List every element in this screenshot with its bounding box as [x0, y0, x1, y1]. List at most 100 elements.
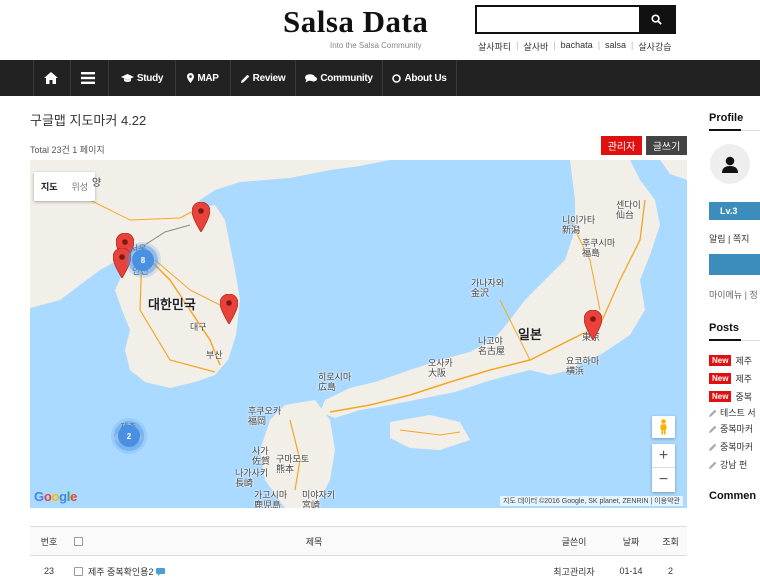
- map-label-niigata: 니이가타 新潟: [562, 215, 596, 235]
- map-label-kagoshima: 가고시마 鹿児島: [254, 490, 288, 508]
- profile-title: Profile: [709, 112, 744, 124]
- row-date: 01-14: [619, 566, 643, 576]
- header-author: 글쓴이: [561, 536, 587, 547]
- search-input[interactable]: [479, 9, 639, 30]
- row-title[interactable]: 제주 중복확인용2: [88, 565, 540, 578]
- row-title-text[interactable]: 제주 중복확인용2: [88, 567, 153, 577]
- map-type-map-button[interactable]: 지도: [34, 180, 65, 193]
- sidebar-post-title[interactable]: 제주: [735, 354, 752, 367]
- home-icon: [43, 72, 58, 84]
- header-views: 조회: [662, 536, 679, 547]
- sidebar-post[interactable]: New 중복: [709, 390, 752, 403]
- pencil-icon: [709, 461, 717, 469]
- quick-link[interactable]: 살사바: [518, 40, 553, 53]
- main-nav: Study MAP Review Community About Us: [0, 60, 760, 96]
- new-badge: New: [709, 373, 732, 384]
- map-label-korea: 대한민국: [148, 297, 196, 312]
- pegman-icon: [660, 419, 667, 435]
- pencil-icon: [709, 443, 717, 451]
- map-label-hiroshima: 히로시마 広島: [318, 372, 352, 392]
- map-marker[interactable]: [220, 294, 238, 324]
- map-label-nagasaki: 나가사키 長崎: [235, 468, 269, 488]
- site-header: Salsa Data Into the Salsa Community 살사파티…: [0, 0, 760, 60]
- map-marker[interactable]: [113, 248, 131, 278]
- google-logo: Google: [34, 489, 78, 504]
- header-date: 날짜: [622, 536, 640, 547]
- site-logo[interactable]: Salsa Data: [283, 4, 428, 40]
- quick-link[interactable]: 살사강습: [633, 40, 676, 53]
- nav-home[interactable]: [33, 60, 71, 96]
- table-header: 번호 제목 글쓴이 날짜 조회: [30, 526, 687, 556]
- nav-community[interactable]: Community: [296, 60, 383, 96]
- profile-action-button[interactable]: [709, 254, 760, 275]
- search-button[interactable]: [639, 7, 674, 32]
- comments-icon: [305, 73, 318, 82]
- select-all-checkbox[interactable]: [68, 536, 88, 546]
- new-badge: New: [709, 391, 732, 402]
- nav-study[interactable]: Study: [109, 60, 176, 96]
- nav-community-label: Community: [320, 72, 373, 84]
- sidebar-post[interactable]: New 제주: [709, 354, 752, 367]
- map-label-miyazaki: 미야자키 宮崎: [302, 490, 336, 508]
- comment-icon: [156, 568, 166, 577]
- map-marker[interactable]: [584, 310, 602, 340]
- map-label-saga: 사가 佐賀: [252, 446, 271, 466]
- sidebar-post[interactable]: New 제주: [709, 372, 752, 385]
- map-label-osaka: 오사카 大阪: [428, 358, 453, 378]
- sidebar-post[interactable]: 중복마커: [709, 422, 753, 435]
- sidebar-post[interactable]: 테스트 서: [709, 406, 756, 419]
- nav-about[interactable]: About Us: [383, 60, 457, 96]
- menu-icon: [81, 72, 95, 84]
- nav-menu[interactable]: [71, 60, 109, 96]
- marker-cluster[interactable]: 8: [132, 249, 154, 271]
- pencil-icon: [240, 74, 249, 83]
- quick-link[interactable]: bachata: [556, 40, 598, 53]
- google-map[interactable]: 지도 위성 양 대한민국 일본 대구 부산 서울 인천 제주 니이가타 新潟 센…: [30, 160, 687, 508]
- map-label-japan: 일본: [518, 327, 542, 342]
- nav-review[interactable]: Review: [231, 60, 296, 96]
- row-author[interactable]: 최고관리자: [540, 565, 608, 578]
- zoom-out-button[interactable]: −: [652, 468, 675, 492]
- map-label-daegu: 대구: [190, 322, 207, 332]
- quick-link[interactable]: 살사파티: [478, 40, 516, 53]
- nav-review-label: Review: [252, 72, 286, 84]
- sidebar-post-title[interactable]: 제주: [735, 372, 752, 385]
- zoom-in-button[interactable]: +: [652, 444, 675, 468]
- graduation-cap-icon: [120, 73, 134, 82]
- street-view-pegman[interactable]: [652, 416, 675, 438]
- posts-title: Posts: [709, 322, 739, 334]
- zoom-control: + −: [652, 444, 675, 492]
- search-box: [475, 5, 676, 34]
- admin-button[interactable]: 관리자: [601, 136, 642, 155]
- header-title: 제목: [305, 536, 323, 547]
- sidebar-post[interactable]: 중복마커: [709, 440, 753, 453]
- nav-map-label: MAP: [197, 72, 219, 84]
- pencil-icon: [709, 409, 717, 417]
- map-type-satellite-button[interactable]: 위성: [65, 180, 96, 193]
- sidebar-post-title[interactable]: 테스트 서: [720, 406, 756, 419]
- table-row[interactable]: 23 제주 중복확인용2 최고관리자 01-14 2: [30, 556, 687, 586]
- site-tagline: Into the Salsa Community: [330, 41, 422, 50]
- quick-link[interactable]: salsa: [600, 40, 631, 53]
- my-menu-link[interactable]: 마이메뉴 | 정: [709, 288, 758, 301]
- map-marker[interactable]: [192, 202, 210, 232]
- avatar[interactable]: [710, 144, 750, 184]
- user-icon: [722, 156, 738, 173]
- level-badge: Lv.3: [709, 202, 760, 220]
- marker-cluster[interactable]: 2: [118, 425, 140, 447]
- write-button[interactable]: 글쓰기: [646, 136, 687, 155]
- sidebar: Profile Lv.3 알림 | 쪽지 마이메뉴 | 정 Posts New 제…: [709, 96, 760, 579]
- nav-map[interactable]: MAP: [176, 60, 231, 96]
- map-label-fukuoka: 후쿠오카 福岡: [248, 406, 282, 426]
- row-checkbox[interactable]: [68, 566, 88, 576]
- sidebar-post-title[interactable]: 중복: [735, 390, 752, 403]
- sidebar-post-title[interactable]: 중복마커: [720, 422, 753, 435]
- pencil-icon: [709, 425, 717, 433]
- sidebar-post[interactable]: 강남 펀: [709, 458, 747, 471]
- map-attribution[interactable]: 지도 데이터 ©2016 Google, SK planet, ZENRIN |…: [500, 496, 683, 506]
- sidebar-post-title[interactable]: 강남 펀: [720, 458, 747, 471]
- map-label-sendai: 센다이 仙台: [616, 200, 641, 220]
- circle-icon: [392, 73, 402, 83]
- profile-links[interactable]: 알림 | 쪽지: [709, 232, 749, 245]
- sidebar-post-title[interactable]: 중복마커: [720, 440, 753, 453]
